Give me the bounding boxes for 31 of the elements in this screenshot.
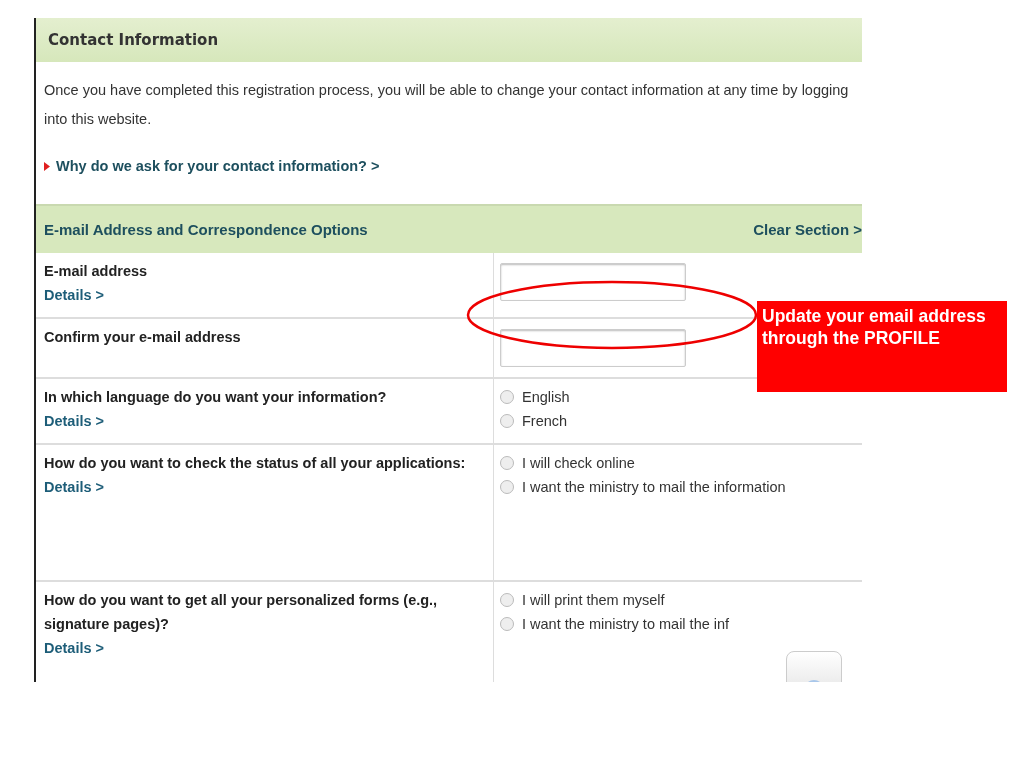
radio-icon[interactable] <box>500 414 514 428</box>
triangle-icon <box>44 161 50 171</box>
field-label: In which language do you want your information? <box>44 388 388 407</box>
details-link[interactable]: Details > <box>44 640 485 656</box>
details-link[interactable]: Details > <box>44 287 485 303</box>
radio-option[interactable]: I will print them myself <box>500 592 856 608</box>
intro-text: Once you have completed this registration process, you will be able to change your contact information at any time by logging into this website. <box>44 81 850 129</box>
help-link[interactable]: Why do we ask for your contact information? > <box>56 158 380 174</box>
callout-note: Update your email address through the PROFILE <box>757 301 1007 392</box>
field-label: E-mail address <box>44 262 149 281</box>
details-link[interactable]: Details > <box>44 479 485 495</box>
radio-icon[interactable] <box>500 480 514 494</box>
radio-option[interactable]: English <box>500 389 856 405</box>
radio-icon[interactable] <box>500 456 514 470</box>
field-label: Confirm your e-mail address <box>44 328 242 347</box>
radio-icon[interactable] <box>500 390 514 404</box>
radio-icon[interactable] <box>500 617 514 631</box>
details-link[interactable]: Details > <box>44 413 485 429</box>
radio-option[interactable]: French <box>500 413 856 429</box>
radio-icon[interactable] <box>500 593 514 607</box>
radio-option[interactable]: I want the ministry to mail the inf <box>500 616 856 632</box>
radio-option[interactable]: I want the ministry to mail the information <box>500 479 856 495</box>
clear-section-link[interactable]: Clear Section > <box>753 221 862 238</box>
section-title: E-mail Address and Correspondence Options <box>44 221 368 238</box>
input-field[interactable] <box>500 263 686 301</box>
floating-button[interactable] <box>786 651 842 682</box>
field-label: How do you want to get all your personalized forms (e.g., signature pages)? <box>44 591 439 634</box>
radio-option[interactable]: I will check online <box>500 455 856 471</box>
field-label: How do you want to check the status of all your applications: <box>44 454 467 473</box>
section-title: Contact Information <box>48 31 219 49</box>
input-field[interactable] <box>500 329 686 367</box>
